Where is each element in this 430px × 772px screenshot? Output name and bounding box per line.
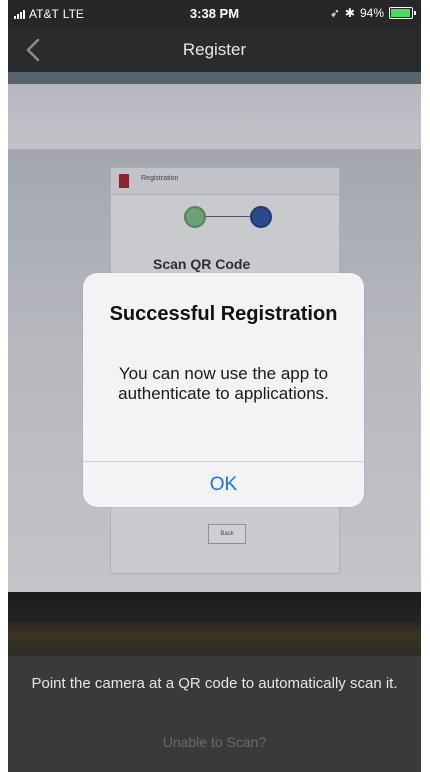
unable-to-scan-link[interactable]: Unable to Scan? (8, 734, 421, 750)
alert-message: You can now use the app to authenticate … (118, 364, 329, 403)
camera-heading: Scan QR Code (153, 256, 251, 272)
battery-fill (391, 9, 410, 17)
battery-percent: 94% (359, 6, 384, 20)
camera-dark-band (8, 592, 421, 656)
camera-card-header: Registration (111, 168, 339, 195)
step-indicator-2 (250, 206, 272, 228)
status-bar: AT&T LTE 3:38 PM ➶ ✱ 94% (8, 0, 421, 28)
bottom-panel: Point the camera at a QR code to automat… (8, 656, 421, 772)
camera-monitor-page (8, 84, 421, 150)
camera-card-header-text: Registration (141, 175, 179, 182)
success-alert: Successful Registration You can now use … (83, 273, 364, 507)
scan-instruction: Point the camera at a QR code to automat… (31, 675, 398, 692)
step-indicator-1 (184, 206, 206, 228)
phone-screen: AT&T LTE 3:38 PM ➶ ✱ 94% Register Regist… (8, 0, 421, 772)
camera-monitor-bar (8, 72, 421, 84)
ok-button[interactable]: OK (83, 462, 364, 507)
alert-title: Successful Registration (109, 303, 338, 325)
brand-logo (119, 174, 129, 188)
step-connector (204, 216, 250, 217)
battery-icon (389, 7, 416, 19)
page-title: Register (182, 40, 247, 59)
bluetooth-icon: ✱ (344, 6, 355, 20)
location-icon: ➶ (329, 6, 340, 20)
navigation-bar: Register (8, 28, 421, 72)
status-right: ➶ ✱ 94% (329, 6, 416, 20)
camera-back-label: Back (208, 524, 246, 544)
